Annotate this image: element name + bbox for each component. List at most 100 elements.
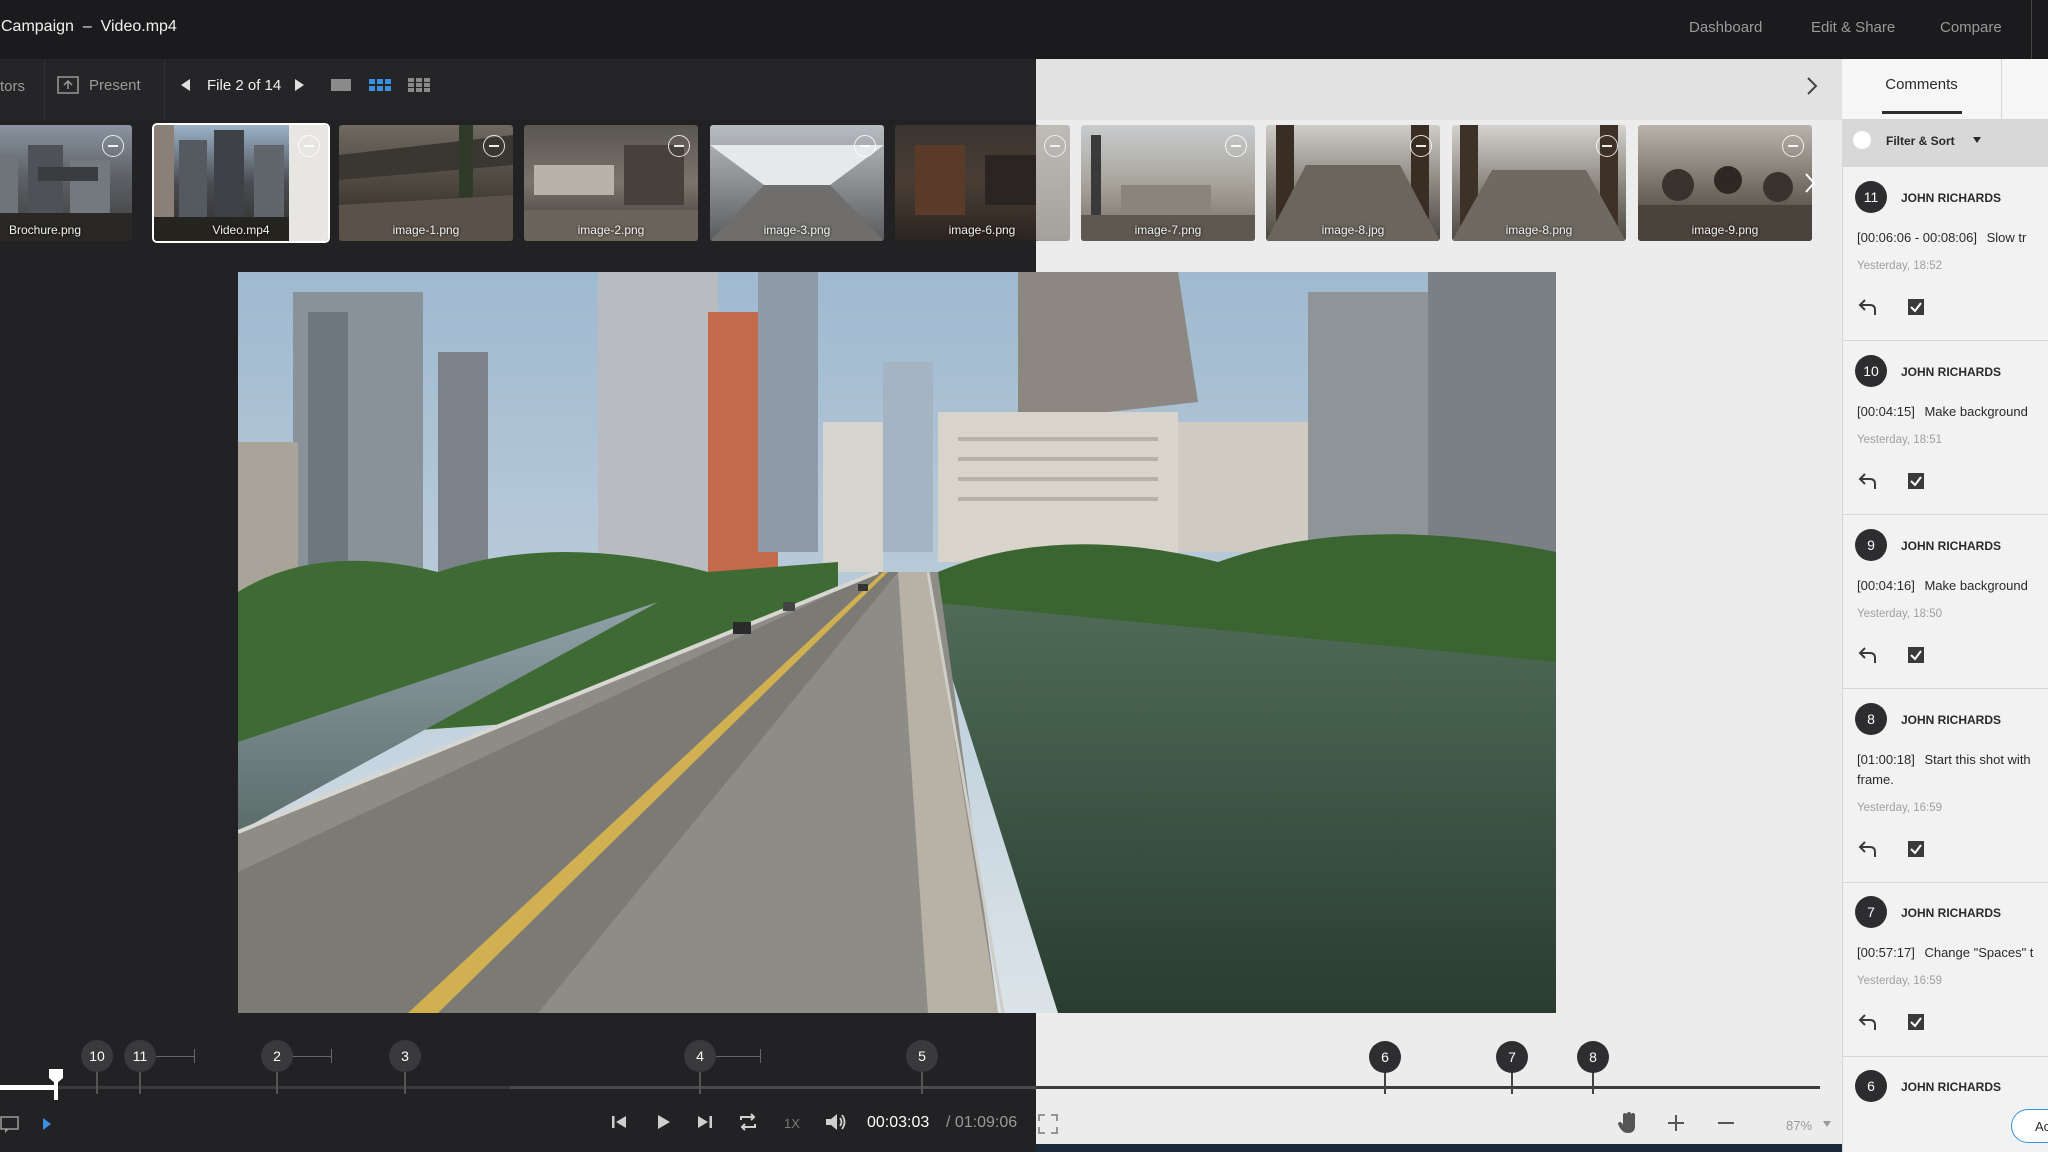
duration: / 01:09:06 xyxy=(946,1114,1018,1131)
thumbnail[interactable]: image-8.jpg xyxy=(1266,125,1440,241)
comment-marker[interactable]: 6 xyxy=(1369,1041,1401,1073)
zoom-out-icon[interactable] xyxy=(1716,1113,1736,1133)
thumbnail-select-icon[interactable] xyxy=(102,135,124,157)
comment-marker[interactable]: 7 xyxy=(1496,1041,1528,1073)
comment-body[interactable]: [00:04:16] Make background xyxy=(1857,578,2028,593)
playhead-icon[interactable] xyxy=(48,1068,64,1100)
thumbnail-select-icon[interactable] xyxy=(1596,135,1618,157)
comment-number-badge: 10 xyxy=(1855,355,1887,387)
play-small-icon[interactable] xyxy=(42,1117,52,1131)
marker-range-end xyxy=(760,1049,761,1063)
filter-dropdown-icon[interactable] xyxy=(1973,137,1981,143)
thumbnails-next-chevron-icon[interactable] xyxy=(1803,172,1817,194)
resolve-checkbox-icon[interactable] xyxy=(1907,472,1925,490)
thumbnail-label: image-9.png xyxy=(1691,223,1759,237)
fullscreen-icon[interactable] xyxy=(1038,1114,1058,1134)
comment-number-badge: 11 xyxy=(1855,181,1887,213)
video-frame[interactable] xyxy=(238,272,1556,1013)
playback-speed[interactable]: 1X xyxy=(784,1116,800,1131)
comment-marker[interactable]: 2 xyxy=(261,1040,293,1072)
next-file-icon[interactable] xyxy=(294,79,304,91)
marker-stem xyxy=(699,1072,701,1094)
thumbnail-select-icon[interactable] xyxy=(1225,135,1247,157)
resolve-checkbox-icon[interactable] xyxy=(1907,1013,1925,1031)
comment-text: Change "Spaces" t xyxy=(1924,945,2034,960)
comment-body[interactable]: [00:04:15] Make background xyxy=(1857,404,2028,419)
comment-time: Yesterday, 18:52 xyxy=(1857,260,1943,272)
nav-compare[interactable]: Compare xyxy=(1940,19,2002,36)
loop-icon[interactable] xyxy=(737,1111,759,1133)
resolve-checkbox-icon[interactable] xyxy=(1907,646,1925,664)
current-time: 00:03:03 xyxy=(867,1114,930,1131)
nav-edit-share[interactable]: Edit & Share xyxy=(1811,19,1895,36)
thumbnail[interactable]: Brochure.png xyxy=(0,125,132,241)
comment-time: Yesterday, 18:50 xyxy=(1857,608,1943,620)
reply-icon[interactable] xyxy=(1858,646,1878,664)
reply-icon[interactable] xyxy=(1858,1013,1878,1031)
comment-body[interactable]: [00:57:17] Change "Spaces" t xyxy=(1857,945,2033,960)
comment-body[interactable]: [00:06:06 - 00:08:06] Slow tr xyxy=(1857,230,2026,245)
comment-marker[interactable]: 10 xyxy=(81,1040,113,1072)
pan-hand-icon[interactable] xyxy=(1617,1111,1639,1135)
marker-stem xyxy=(96,1072,98,1094)
add-comment-label: Ac xyxy=(2035,1119,2048,1134)
thumbnail-select-icon[interactable] xyxy=(1410,135,1432,157)
toolbar-divider xyxy=(164,59,165,120)
grid-view-icon[interactable] xyxy=(407,77,431,93)
select-all-checkbox[interactable] xyxy=(1853,131,1871,149)
comment-author: JOHN RICHARDS xyxy=(1901,191,2002,205)
comment-marker[interactable]: 11 xyxy=(124,1040,156,1072)
thumbnail[interactable]: image-3.png xyxy=(710,125,884,241)
play-icon[interactable] xyxy=(656,1113,672,1131)
thumbnail-select-icon[interactable] xyxy=(854,135,876,157)
thumbnail-select-icon[interactable] xyxy=(483,135,505,157)
reply-icon[interactable] xyxy=(1858,472,1878,490)
comment-author: JOHN RICHARDS xyxy=(1901,539,2002,553)
thumbnail-select-icon[interactable] xyxy=(668,135,690,157)
comment-time: Yesterday, 18:51 xyxy=(1857,434,1943,446)
comment-timecode[interactable]: [00:57:17] xyxy=(1857,945,1915,960)
zoom-level[interactable]: 87% xyxy=(1786,1118,1812,1133)
marker-range-end xyxy=(194,1049,195,1063)
toolbar-cut-label[interactable]: tors xyxy=(0,78,25,95)
thumbnail-select-icon[interactable] xyxy=(1782,135,1804,157)
filter-sort-button[interactable]: Filter & Sort xyxy=(1886,134,1955,148)
single-view-icon[interactable] xyxy=(330,77,352,93)
volume-icon[interactable] xyxy=(824,1111,848,1133)
strip-view-icon[interactable] xyxy=(368,77,392,93)
comment-marker[interactable]: 4 xyxy=(684,1040,716,1072)
thumbnail-select-icon[interactable] xyxy=(298,135,320,157)
thumbnail[interactable]: image-1.png xyxy=(339,125,513,241)
nav-divider xyxy=(2031,0,2032,59)
resolve-checkbox-icon[interactable] xyxy=(1907,840,1925,858)
nav-dashboard[interactable]: Dashboard xyxy=(1689,19,1762,36)
comment-timecode[interactable]: [00:04:16] xyxy=(1857,578,1915,593)
timeline-buffer xyxy=(0,1086,510,1089)
thumbnail[interactable]: image-8.png xyxy=(1452,125,1626,241)
comment-time: Yesterday, 16:59 xyxy=(1857,975,1943,987)
comment-body[interactable]: [01:00:18] Start this shot with xyxy=(1857,752,2031,767)
thumbnail[interactable]: image-9.png xyxy=(1638,125,1812,241)
add-comment-button[interactable]: Ac xyxy=(2011,1109,2048,1143)
comment-marker[interactable]: 8 xyxy=(1577,1041,1609,1073)
comment-timecode[interactable]: [00:04:15] xyxy=(1857,404,1915,419)
reply-icon[interactable] xyxy=(1858,298,1878,316)
subtitles-icon[interactable] xyxy=(0,1114,20,1134)
prev-file-icon[interactable] xyxy=(181,79,191,91)
step-forward-icon[interactable] xyxy=(696,1113,714,1131)
comment-marker[interactable]: 3 xyxy=(389,1040,421,1072)
comment-marker[interactable]: 5 xyxy=(906,1040,938,1072)
collapse-panel-chevron-icon[interactable] xyxy=(1806,76,1818,96)
reply-icon[interactable] xyxy=(1858,840,1878,858)
marker-range-end xyxy=(331,1049,332,1063)
resolve-checkbox-icon[interactable] xyxy=(1907,298,1925,316)
comment-timecode[interactable]: [00:06:06 - 00:08:06] xyxy=(1857,230,1977,245)
thumbnail[interactable]: image-7.png xyxy=(1081,125,1255,241)
thumbnail[interactable]: image-2.png xyxy=(524,125,698,241)
zoom-dropdown-icon[interactable] xyxy=(1823,1121,1831,1127)
viewer-light-toolbar xyxy=(1036,59,1842,120)
comment-timecode[interactable]: [01:00:18] xyxy=(1857,752,1915,767)
step-back-icon[interactable] xyxy=(610,1113,628,1131)
zoom-in-icon[interactable] xyxy=(1666,1113,1686,1133)
thumbnail[interactable]: Video.mp4 xyxy=(152,123,330,243)
